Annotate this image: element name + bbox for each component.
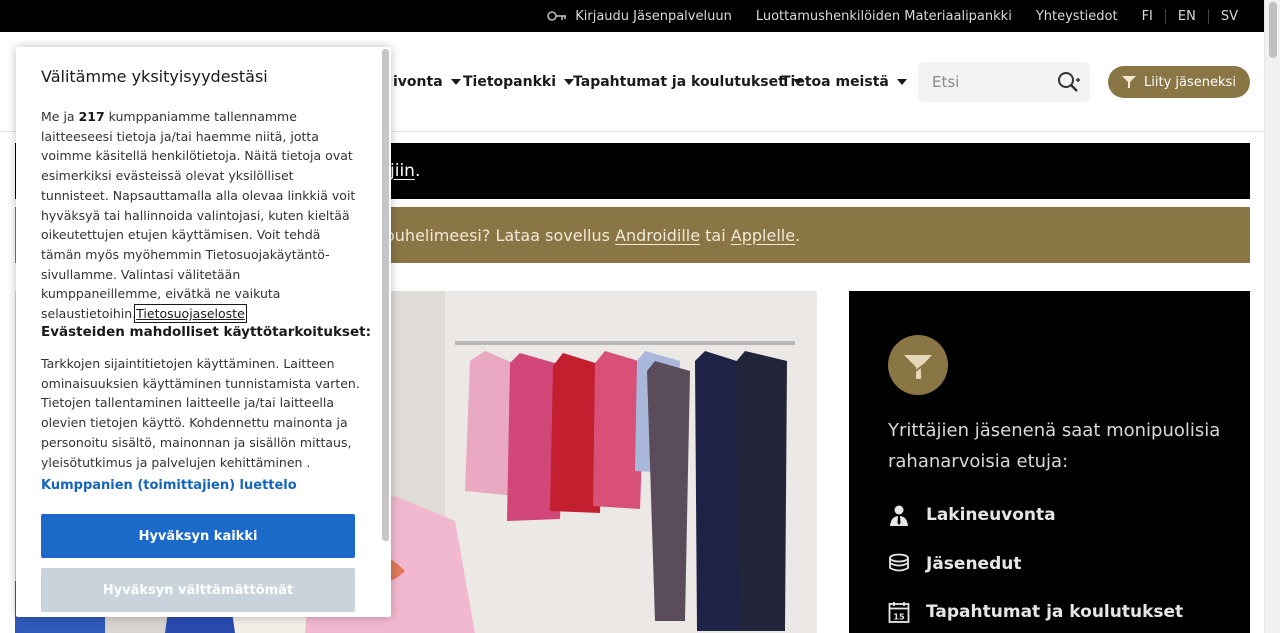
purposes-text: Tarkkojen sijaintitietojen käyttäminen. … <box>41 356 360 470</box>
funnel-logo-icon <box>1122 76 1137 88</box>
partner-count: 217 <box>78 109 105 124</box>
dialog-scrollbar[interactable] <box>382 49 389 541</box>
search-icon[interactable] <box>1056 71 1080 93</box>
material-bank-link[interactable]: Luottamushenkilöiden Materiaalipankki <box>756 9 1012 24</box>
search-input[interactable] <box>918 73 1048 91</box>
app-banner-mid: tai <box>700 225 731 245</box>
app-banner-text: ouhelimeesi? Lataa sovellus <box>385 225 616 245</box>
nav-item-label: ivonta <box>393 74 443 90</box>
lang-sv-link[interactable]: SV <box>1207 8 1250 24</box>
nav-item-label: Tietoa meistä <box>781 74 889 90</box>
key-icon <box>547 11 567 21</box>
consent-text-start: Me ja <box>41 109 79 124</box>
app-banner-suffix: . <box>795 225 801 245</box>
apple-link[interactable]: Applelle <box>731 226 795 245</box>
accept-all-button[interactable]: Hyväksyn kaikki <box>41 514 355 558</box>
join-label: Liity jäseneksi <box>1144 74 1236 90</box>
consent-description: Me ja 217 kumppaniamme tallennamme laitt… <box>41 107 361 324</box>
chevron-down-icon <box>450 79 461 85</box>
consent-text-body: kumppaniamme tallennamme laitteeseesi ti… <box>41 109 356 322</box>
benefits-intro: Yrittäjien jäsenenä saat monipuolisia ra… <box>888 420 1221 472</box>
benefit-label: Tapahtumat ja koulutukset <box>926 602 1184 622</box>
lang-en-link[interactable]: EN <box>1164 8 1208 24</box>
top-utility-bar: Kirjaudu Jäsenpalveluun Luottamushenkilö… <box>0 0 1264 32</box>
page-scrollbar[interactable] <box>1264 0 1280 633</box>
lang-fi-link[interactable]: FI <box>1142 9 1165 24</box>
nav-item-label: Tapahtumat ja koulutukset <box>573 74 785 90</box>
login-label: Kirjaudu Jäsenpalveluun <box>575 8 732 24</box>
lawyer-icon <box>890 505 908 526</box>
vendors-list-link[interactable]: Kumppanien (toimittajien) luettelo <box>41 478 297 493</box>
purposes-heading: Evästeiden mahdolliset käyttötarkoitukse… <box>41 324 371 340</box>
calendar-icon: 15 <box>888 602 910 623</box>
coins-icon <box>889 553 909 572</box>
page-scrollbar-thumb[interactable] <box>1269 2 1277 58</box>
android-link[interactable]: Androidille <box>615 226 700 245</box>
benefit-jasenedut[interactable]: Jäsenedut <box>888 553 1021 575</box>
benefit-lakineuvonta[interactable]: Lakineuvonta <box>888 504 1056 526</box>
cookie-consent-dialog: Välitämme yksityisyydestäsi Me ja 217 ku… <box>16 47 391 617</box>
calendar-day: 15 <box>893 613 905 622</box>
benefit-label: Jäsenedut <box>926 554 1022 574</box>
funnel-logo-icon <box>888 335 948 395</box>
accept-necessary-button[interactable]: Hyväksyn välttämättömät <box>41 568 355 612</box>
info-banner-suffix: . <box>414 161 421 181</box>
nav-item-tapahtumat[interactable]: Tapahtumat ja koulutukset <box>573 74 803 90</box>
nav-item-tietoa-meista[interactable]: Tietoa meistä <box>781 74 907 90</box>
benefits-panel: Yrittäjien jäsenenä saat monipuolisia ra… <box>849 291 1250 633</box>
privacy-policy-link[interactable]: Tietosuojaseloste <box>134 304 247 324</box>
contact-link[interactable]: Yhteystiedot <box>1036 9 1118 24</box>
chevron-down-icon <box>896 79 907 85</box>
benefit-tapahtumat[interactable]: 15 Tapahtumat ja koulutukset <box>888 601 1183 623</box>
info-banner-link[interactable]: jiin <box>390 161 415 181</box>
join-button[interactable]: Liity jäseneksi <box>1108 66 1250 98</box>
nav-item-tietopankki[interactable]: Tietopankki <box>463 74 575 90</box>
dialog-title: Välitämme yksityisyydestäsi <box>41 67 268 86</box>
login-link[interactable]: Kirjaudu Jäsenpalveluun <box>547 9 732 24</box>
benefit-label: Lakineuvonta <box>926 505 1056 525</box>
nav-item-label: Tietopankki <box>463 74 557 90</box>
nav-item-neuvonta[interactable]: ivonta <box>393 74 461 90</box>
search-box <box>918 62 1090 102</box>
